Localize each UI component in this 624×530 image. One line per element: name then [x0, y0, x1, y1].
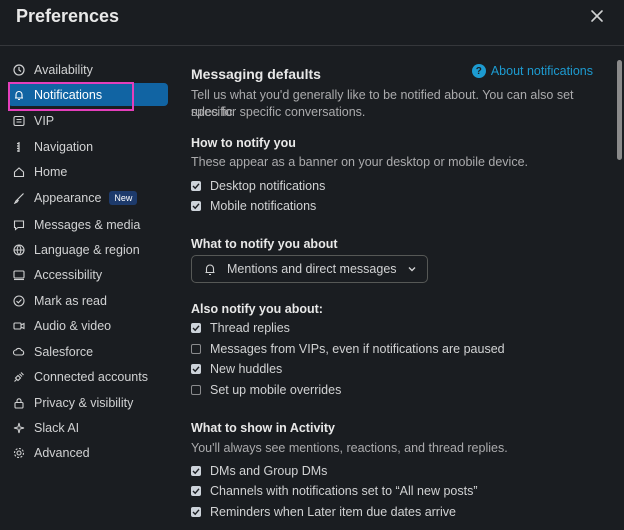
checkbox-label: Channels with notifications set to “All … [210, 484, 478, 498]
sidebar-item-privacy-visibility[interactable]: Privacy & visibility [8, 391, 168, 414]
bell-icon [205, 264, 215, 276]
checkbox-unchecked-icon [191, 385, 201, 395]
channels-all-posts-checkbox[interactable]: Channels with notifications set to “All … [191, 483, 478, 499]
sidebar-item-label: Home [34, 164, 68, 179]
notify-about-select[interactable]: Mentions and direct messages [191, 255, 428, 283]
new-badge: New [109, 190, 138, 205]
dms-group-dms-checkbox[interactable]: DMs and Group DMs [191, 463, 327, 479]
sidebar-item-home[interactable]: Home [8, 160, 168, 183]
sidebar-item-label: Privacy & visibility [34, 395, 134, 410]
sidebar-item-slack-ai[interactable]: Slack AI [8, 416, 168, 439]
checkbox-label: New huddles [210, 362, 283, 376]
select-value: Mentions and direct messages [227, 262, 397, 276]
sidebar-item-connected-accounts[interactable]: Connected accounts [8, 365, 168, 388]
sidebar-item-messages-media[interactable]: Messages & media [8, 213, 168, 236]
sidebar-item-mark-as-read[interactable]: Mark as read [8, 289, 168, 312]
desktop-notifications-checkbox[interactable]: Desktop notifications [191, 178, 325, 194]
help-icon: ? [471, 64, 486, 78]
about-link-label: About notifications [490, 64, 593, 78]
later-reminders-checkbox[interactable]: Reminders when Later item due dates arri… [191, 504, 456, 520]
close-icon [591, 10, 603, 22]
checkbox-label: Desktop notifications [210, 179, 326, 193]
new-huddles-checkbox[interactable]: New huddles [191, 361, 282, 377]
sidebar-item-label: Connected accounts [34, 369, 148, 384]
thread-replies-checkbox[interactable]: Thread replies [191, 320, 290, 336]
sidebar-item-vip[interactable]: VIP [8, 109, 168, 132]
sidebar-item-appearance[interactable]: Appearance New [8, 186, 168, 209]
mobile-overrides-checkbox[interactable]: Set up mobile overrides [191, 382, 341, 398]
also-title: Also notify you about: [191, 302, 323, 316]
clock-icon [13, 63, 25, 76]
bell-icon [13, 89, 25, 101]
intro-line-2: rules for specific conversations. [191, 105, 366, 119]
video-icon [13, 320, 25, 332]
checkbox-checked-icon [191, 201, 201, 211]
checkbox-checked-icon [191, 323, 201, 333]
chevron-down-icon [408, 267, 416, 272]
keyboard-icon [13, 269, 25, 281]
navigation-icon [13, 141, 25, 153]
checkbox-checked-icon [191, 181, 201, 191]
checkbox-label: Mobile notifications [210, 199, 317, 213]
sidebar-item-label: VIP [34, 113, 55, 128]
globe-icon [13, 243, 25, 256]
sidebar-item-notifications[interactable]: Notifications [8, 83, 168, 106]
sidebar-item-availability[interactable]: Availability [8, 58, 168, 81]
sidebar-item-navigation[interactable]: Navigation [8, 135, 168, 158]
vip-icon [13, 115, 25, 127]
scrollbar-thumb[interactable] [617, 60, 622, 160]
brush-icon [13, 192, 25, 204]
sidebar-item-label: Notifications [34, 87, 103, 102]
sidebar-item-salesforce[interactable]: Salesforce [8, 340, 168, 363]
checkbox-checked-icon [191, 466, 201, 476]
section-heading: Messaging defaults [191, 66, 321, 82]
gear-icon [13, 447, 25, 459]
sidebar-item-language-region[interactable]: Language & region [8, 238, 168, 261]
plug-icon [13, 371, 25, 383]
sidebar-item-label: Slack AI [34, 420, 80, 435]
activity-title: What to show in Activity [191, 421, 335, 435]
sidebar-item-advanced[interactable]: Advanced [8, 441, 168, 464]
home-icon [13, 166, 25, 178]
sidebar-item-label: Appearance [34, 190, 102, 205]
page-title: Preferences [16, 6, 120, 26]
checkbox-label: Thread replies [210, 321, 290, 335]
message-icon [13, 219, 25, 231]
sidebar-item-label: Messages & media [34, 217, 141, 232]
what-title: What to notify you about [191, 237, 338, 251]
checkbox-label: DMs and Group DMs [210, 464, 328, 478]
lock-icon [13, 397, 25, 409]
sidebar-item-label: Navigation [34, 139, 94, 154]
sidebar-item-label: Accessibility [34, 267, 103, 282]
cloud-icon [13, 346, 25, 358]
checkbox-unchecked-icon [191, 344, 201, 354]
close-button[interactable] [586, 5, 608, 27]
mobile-notifications-checkbox[interactable]: Mobile notifications [191, 198, 316, 214]
about-notifications-link[interactable]: ? About notifications [471, 64, 593, 78]
sidebar-item-label: Language & region [34, 242, 140, 257]
checkbox-label: Reminders when Later item due dates arri… [210, 505, 456, 519]
sidebar-item-audio-video[interactable]: Audio & video [8, 314, 168, 337]
checkbox-checked-icon [191, 486, 201, 496]
header-bar: Preferences [0, 0, 624, 46]
sparkle-icon [13, 422, 25, 434]
checkbox-checked-icon [191, 507, 201, 517]
checkbox-checked-icon [191, 364, 201, 374]
sidebar-item-accessibility[interactable]: Accessibility [8, 263, 168, 286]
vip-messages-checkbox[interactable]: Messages from VIPs, even if notification… [191, 341, 505, 357]
checkbox-label: Messages from VIPs, even if notification… [210, 342, 505, 356]
how-title: How to notify you [191, 136, 296, 150]
sidebar-item-label: Audio & video [34, 318, 112, 333]
how-desc: These appear as a banner on your desktop… [191, 155, 529, 169]
check-circle-icon [13, 294, 25, 307]
checkbox-label: Set up mobile overrides [210, 383, 342, 397]
sidebar-item-label: Availability [34, 62, 93, 77]
activity-desc: You'll always see mentions, reactions, a… [191, 441, 508, 455]
sidebar-item-label: Salesforce [34, 344, 94, 359]
sidebar-item-label: Advanced [34, 445, 90, 460]
sidebar-item-label: Mark as read [34, 293, 107, 308]
